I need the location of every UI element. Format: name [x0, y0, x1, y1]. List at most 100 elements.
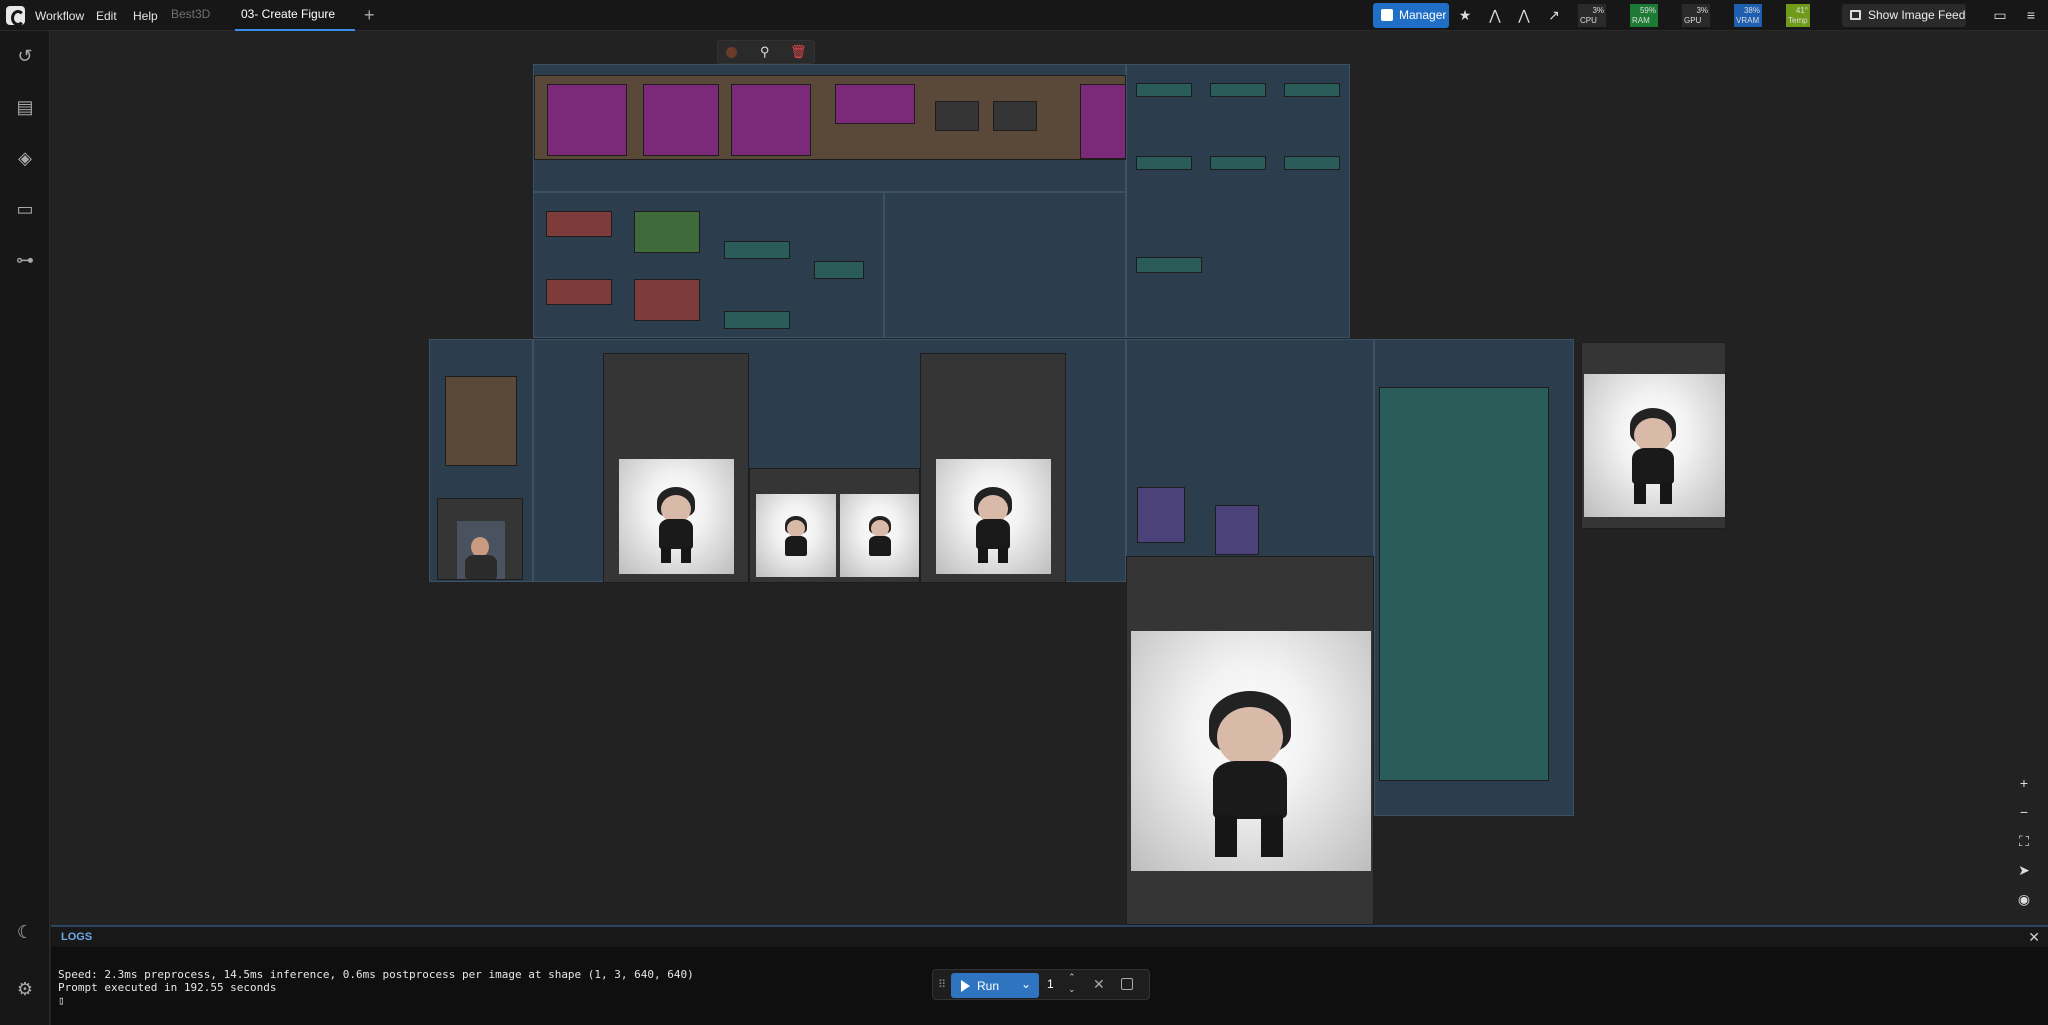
- delete-icon[interactable]: 🗑: [790, 44, 807, 60]
- node-purple-3[interactable]: [731, 84, 811, 156]
- star-icon[interactable]: ★: [1456, 7, 1474, 24]
- run-mode-chevron-icon[interactable]: ⌄: [1021, 977, 1031, 991]
- node-teal-1[interactable]: [1136, 83, 1192, 97]
- node-prompt-1[interactable]: [546, 211, 612, 237]
- node-preview-1[interactable]: [603, 353, 749, 583]
- group-conditioning[interactable]: [884, 192, 1126, 338]
- node-green-1[interactable]: [634, 211, 700, 253]
- input-photo: [457, 521, 505, 579]
- node-red-1[interactable]: [634, 279, 700, 321]
- preview-image-3: [840, 494, 919, 577]
- play-icon: [961, 980, 970, 992]
- menu-workflow[interactable]: Workflow: [35, 9, 84, 23]
- panel-toggle-icon[interactable]: ▭: [1991, 7, 2009, 24]
- group-input[interactable]: [429, 339, 533, 582]
- queue-icon[interactable]: ▤: [14, 96, 36, 118]
- share-icon[interactable]: ↗: [1545, 7, 1563, 24]
- run-toolbar: ⠿ Run ⌄ 1 ⌃ ⌄ ✕: [932, 969, 1150, 1000]
- hamburger-menu-icon[interactable]: ≡: [2022, 7, 2040, 23]
- node-teal-5[interactable]: [1210, 156, 1266, 170]
- selection-toolbox: ⚲ 🗑: [717, 40, 815, 64]
- close-logs-icon[interactable]: ✕: [2028, 929, 2040, 946]
- increment-icon[interactable]: ⌃: [1068, 972, 1076, 983]
- decrement-icon[interactable]: ⌄: [1068, 984, 1076, 995]
- group-loaders[interactable]: [533, 64, 1126, 192]
- node-teal-2[interactable]: [1210, 83, 1266, 97]
- node-indigo-2[interactable]: [1215, 505, 1259, 555]
- node-teal-7[interactable]: [1136, 257, 1202, 273]
- node-preview-pair[interactable]: [749, 468, 920, 583]
- tab-create-figure[interactable]: 03- Create Figure: [235, 0, 355, 31]
- logs-header: LOGS ✕: [51, 927, 2048, 947]
- workflow-canvas[interactable]: ⚲ 🗑 + − ⛶ ➤ ◉: [51, 31, 2048, 925]
- node-loaders-block[interactable]: [534, 75, 1126, 160]
- node-icon-1[interactable]: ⋀: [1486, 7, 1504, 24]
- preview-image-4: [936, 459, 1051, 574]
- node-right-preview[interactable]: [1581, 342, 1726, 529]
- node-purple-1[interactable]: [547, 84, 627, 156]
- manager-button[interactable]: Manager: [1373, 3, 1449, 28]
- group-refine[interactable]: [1126, 339, 1374, 582]
- pin-icon[interactable]: ⚲: [760, 44, 770, 60]
- log-line: Speed: 2.3ms preprocess, 14.5ms inferenc…: [58, 968, 694, 981]
- node-final-preview[interactable]: [1126, 556, 1374, 925]
- node-teal-6[interactable]: [1284, 156, 1340, 170]
- node-teal-4[interactable]: [1136, 156, 1192, 170]
- top-bar: Workflow Edit Help Best3D 03- Create Fig…: [0, 0, 2048, 31]
- visibility-icon[interactable]: ◉: [2012, 891, 2036, 911]
- puzzle-icon: [1381, 9, 1393, 21]
- model-library-icon[interactable]: ◈: [14, 147, 36, 169]
- group-generation[interactable]: [533, 339, 1126, 583]
- history-icon[interactable]: ↺: [14, 45, 36, 67]
- node-purple-2[interactable]: [643, 84, 719, 156]
- right-preview-image: [1584, 374, 1725, 517]
- tab-best3d[interactable]: Best3D: [165, 0, 216, 31]
- node-detail-large[interactable]: [1379, 387, 1549, 781]
- theme-toggle-icon[interactable]: ☾: [14, 921, 36, 943]
- node-teal-mid-1[interactable]: [724, 241, 790, 259]
- node-load-image[interactable]: [445, 376, 517, 466]
- node-preview-4[interactable]: [920, 353, 1066, 583]
- group-upper-right[interactable]: [1126, 64, 1350, 338]
- new-tab-button[interactable]: +: [364, 5, 375, 26]
- pointer-mode-icon[interactable]: ➤: [2012, 862, 2036, 882]
- app-logo-icon[interactable]: [6, 6, 25, 26]
- node-teal-mid-2[interactable]: [724, 311, 790, 329]
- node-purple-5[interactable]: [1080, 84, 1126, 159]
- node-teal-mid-3[interactable]: [814, 261, 864, 279]
- node-small-1[interactable]: [935, 101, 979, 131]
- workflows-folder-icon[interactable]: ▭: [14, 198, 36, 220]
- node-purple-4[interactable]: [835, 84, 915, 124]
- node-teal-3[interactable]: [1284, 83, 1340, 97]
- show-image-feed-button[interactable]: Show Image Feed: [1842, 4, 1966, 27]
- cancel-icon[interactable]: ✕: [1093, 976, 1105, 993]
- settings-gear-icon[interactable]: ⚙: [14, 978, 36, 1000]
- preview-image-2: [756, 494, 836, 577]
- image-feed-icon: [1850, 10, 1861, 20]
- zoom-in-icon[interactable]: +: [2012, 775, 2036, 795]
- stop-icon[interactable]: [1121, 978, 1133, 990]
- node-icon-2[interactable]: ⋀: [1515, 7, 1533, 24]
- fit-view-icon[interactable]: ⛶: [2012, 833, 2036, 853]
- logs-title: LOGS: [61, 931, 93, 943]
- node-small-2[interactable]: [993, 101, 1037, 131]
- menu-help[interactable]: Help: [133, 9, 158, 23]
- node-indigo-1[interactable]: [1137, 487, 1185, 543]
- color-picker-icon[interactable]: [726, 47, 737, 58]
- run-button[interactable]: Run ⌄: [951, 973, 1039, 998]
- node-input-preview[interactable]: [437, 498, 523, 580]
- node-library-icon[interactable]: ⊶: [14, 249, 36, 271]
- vram-meter: VRAM 38%: [1734, 4, 1762, 27]
- ram-meter: RAM 59%: [1630, 4, 1658, 27]
- preview-image-1: [619, 459, 734, 574]
- batch-count-input[interactable]: 1: [1047, 977, 1054, 991]
- menu-edit[interactable]: Edit: [96, 9, 117, 23]
- temp-meter: Temp 41°: [1786, 4, 1810, 27]
- final-image: [1131, 631, 1371, 871]
- log-line: Prompt executed in 192.55 seconds: [58, 981, 277, 994]
- group-detail[interactable]: [1374, 339, 1574, 816]
- node-prompt-2[interactable]: [546, 279, 612, 305]
- zoom-out-icon[interactable]: −: [2012, 804, 2036, 824]
- group-prompts[interactable]: [533, 192, 884, 338]
- drag-handle-icon[interactable]: ⠿: [938, 978, 946, 991]
